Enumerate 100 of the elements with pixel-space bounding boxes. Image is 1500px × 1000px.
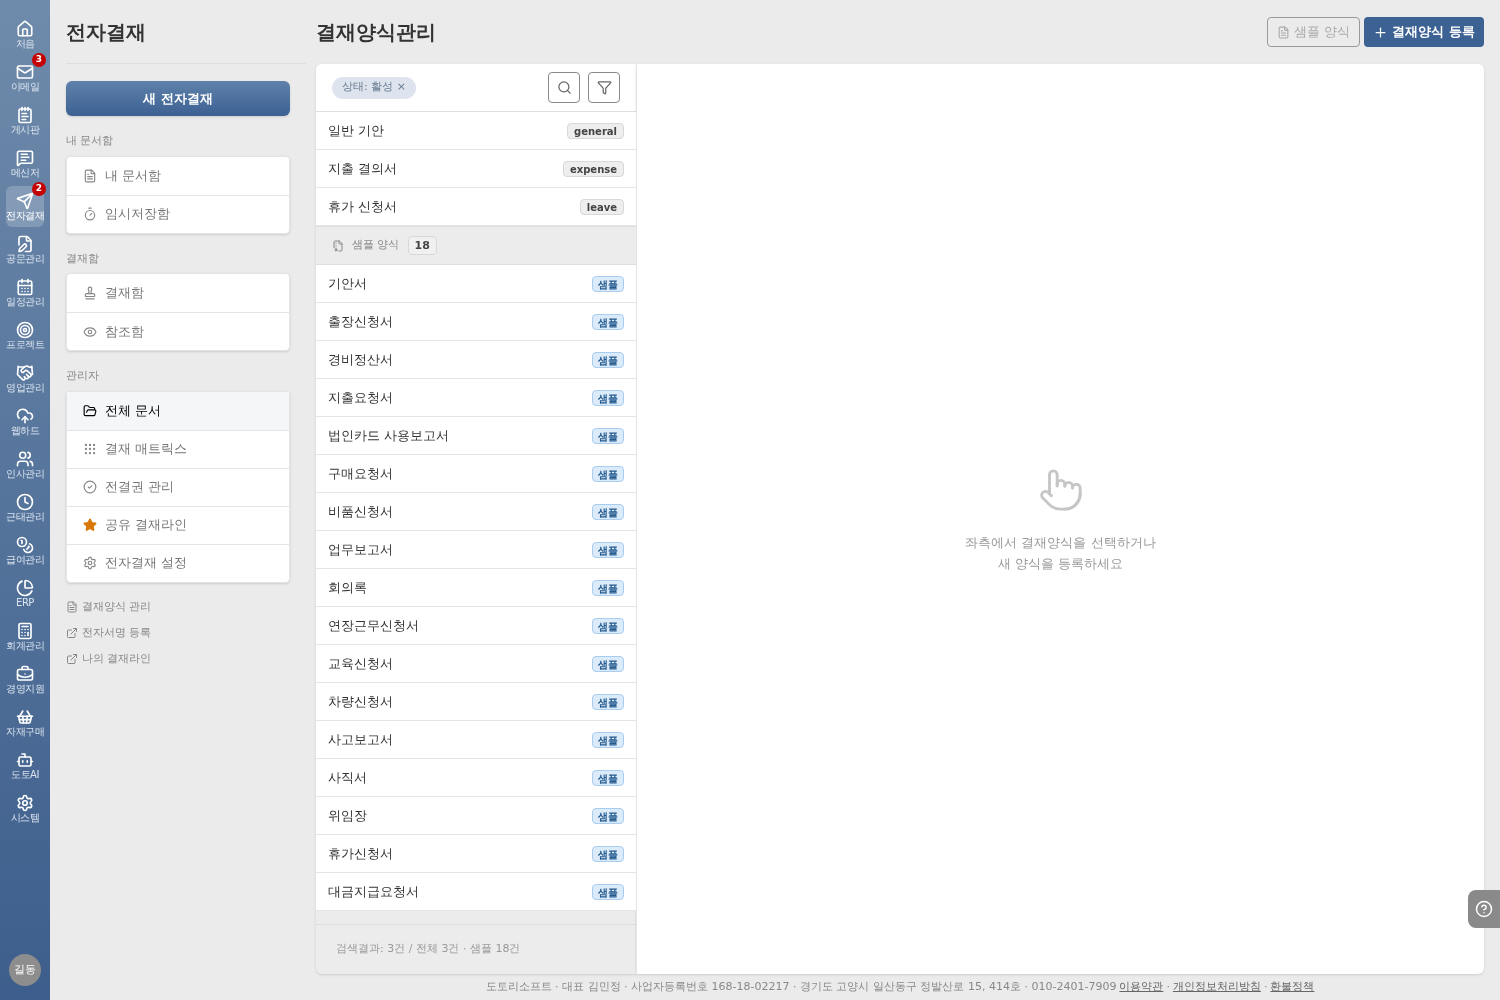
rail-label: 영업관리 [6,381,44,394]
form-list-item[interactable]: 휴가신청서 샘플 [316,835,636,873]
footer-link[interactable]: 환불정책 [1270,978,1315,996]
form-list-item[interactable]: 차량신청서 샘플 [316,683,636,721]
sample-badge: 샘플 [592,807,624,824]
category-tag: leave [579,198,624,215]
form-list-item[interactable]: 일반 기안 general [316,112,636,150]
sample-badge: 샘플 [592,883,624,900]
sample-badge: 샘플 [592,503,624,520]
search-button[interactable] [548,72,580,103]
rail-item[interactable]: 메신저 [6,143,44,184]
footer-link[interactable]: 이용약관 [1119,978,1164,996]
briefcase-icon [16,664,34,683]
form-list-item[interactable]: 지출 결의서 expense [316,150,636,188]
rail-label: 웹하드 [10,424,40,437]
calculator-icon [16,621,34,640]
sample-badge: 샘플 [592,617,624,634]
menu-item[interactable]: 전체 문서 [67,391,289,430]
cloud-upload-icon [16,406,34,425]
form-list-item[interactable]: 업무보고서 샘플 [316,531,636,569]
rail-item[interactable]: 경영지원 [6,659,44,700]
help-icon [1475,900,1493,918]
form-list-item[interactable]: 대금지급요청서 샘플 [316,873,636,911]
rail-label: 인사관리 [6,467,44,480]
menu-item[interactable]: 참조함 [67,312,289,350]
menu-item[interactable]: 전결권 관리 [67,467,289,506]
folder-icon [83,403,97,418]
category-tag: expense [562,160,624,177]
rail-item[interactable]: 자재구매 [6,702,44,743]
sample-badge: 샘플 [592,731,624,748]
notepad-icon [16,105,34,124]
user-avatar[interactable]: 길동 [9,954,41,986]
sidebar-link[interactable]: 전자서명 등록 [66,624,306,642]
form-list-item[interactable]: 사직서 샘플 [316,759,636,797]
result-summary: 검색결과: 3건 / 전체 3건 · 샘플 18건 [336,941,521,958]
form-list-item[interactable]: 경비정산서 샘플 [316,341,636,379]
rail-label: 일정관리 [6,295,44,308]
chat-icon [16,148,34,167]
settings-icon [16,793,34,812]
help-button[interactable] [1468,890,1500,928]
filter-chip[interactable]: 상태: 활성 × [332,76,416,99]
rail-item[interactable]: 도토AI [6,745,44,786]
form-list-item[interactable]: 지출요청서 샘플 [316,379,636,417]
form-list-item[interactable]: 교육신청서 샘플 [316,645,636,683]
sample-badge: 샘플 [592,427,624,444]
coins-icon [16,535,34,554]
users-icon [16,449,34,468]
rail-item[interactable]: 게시판 [6,100,44,141]
rail-item[interactable]: ERP [6,573,44,614]
sample-badge: 샘플 [592,275,624,292]
form-list-item[interactable]: 휴가 신청서 leave [316,188,636,226]
new-approval-button[interactable]: 새 전자결재 [66,81,290,116]
mail-icon [16,62,34,81]
rail-item[interactable]: 공문관리 [6,229,44,270]
rail-item[interactable]: 프로젝트 [6,315,44,356]
form-list-item[interactable]: 위임장 샘플 [316,797,636,835]
form-list-item[interactable]: 사고보고서 샘플 [316,721,636,759]
basket-icon [16,707,34,726]
rail-item[interactable]: 일정관리 [6,272,44,313]
rail-item[interactable]: 인사관리 [6,444,44,485]
filter-button[interactable] [588,72,620,103]
form-list-item[interactable]: 연장근무신청서 샘플 [316,607,636,645]
grid-icon [83,442,97,456]
file-icon [66,601,78,613]
menu-item[interactable]: 전자결재 설정 [67,543,289,582]
rail-label: 시스템 [10,811,40,824]
sample-badge: 샘플 [592,465,624,482]
form-list-item[interactable]: 출장신청서 샘플 [316,303,636,341]
rail-item[interactable]: 시스템 [6,788,44,829]
menu-item[interactable]: 내 문서함 [67,156,289,195]
sidebar-link[interactable]: 결재양식 관리 [66,598,306,616]
rail-label: 공문관리 [6,252,44,265]
rail-item[interactable]: 근태관리 [6,487,44,528]
form-list-item[interactable]: 비품신청서 샘플 [316,493,636,531]
menu-item[interactable]: 임시저장함 [67,194,289,233]
sample-badge: 샘플 [592,655,624,672]
form-list-item[interactable]: 회의록 샘플 [316,569,636,607]
rail-item[interactable]: 급여관리 [6,530,44,571]
menu-item[interactable]: 결재 매트릭스 [67,429,289,468]
menu-item[interactable]: 결재함 [67,274,289,312]
footer-link[interactable]: 개인정보처리방침 [1172,978,1261,996]
rail-item[interactable]: 웹하드 [6,401,44,442]
form-list-item[interactable]: 기안서 샘플 [316,265,636,303]
handshake-icon [16,363,34,382]
sample-badge: 샘플 [592,313,624,330]
eye-icon [83,324,97,339]
settings-icon [83,556,97,570]
sidebar-title: 전자결재 [66,0,306,64]
file-icon [83,168,97,183]
rail-label: 이메일 [10,80,40,93]
form-list-item[interactable]: 법인카드 사용보고서 샘플 [316,417,636,455]
rail-item[interactable]: 처음 [6,14,44,55]
form-list-item[interactable]: 구매요청서 샘플 [316,455,636,493]
sidebar-link[interactable]: 나의 결재라인 [66,650,306,668]
sample-badge: 샘플 [592,769,624,786]
rail-item[interactable]: 회계관리 [6,616,44,657]
menu-item[interactable]: 공유 결재라인 [67,505,289,544]
external-link-icon [66,627,78,639]
register-form-button[interactable]: 결재양식 등록 [1364,17,1484,47]
rail-item[interactable]: 영업관리 [6,358,44,399]
